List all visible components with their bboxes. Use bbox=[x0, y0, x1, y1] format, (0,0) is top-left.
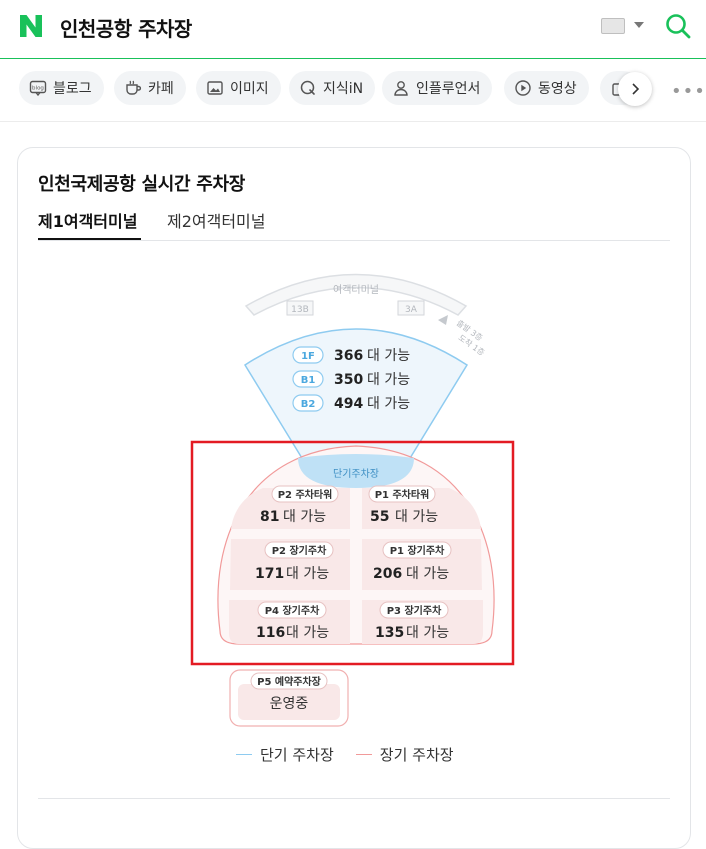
subtab-divider bbox=[38, 240, 670, 241]
lot-p4-long-name: P4 장기주차 bbox=[265, 604, 320, 617]
floor-badge-1f: 1F bbox=[301, 351, 315, 362]
short-term-lot-label: 단기주차장 bbox=[333, 468, 379, 480]
tab-blog[interactable]: blog 블로그 bbox=[19, 71, 104, 105]
parking-card: 인천국제공항 실시간 주차장 제1여객터미널 제2여객터미널 여객터미널 13B… bbox=[17, 147, 691, 849]
departure-note: 출발 3층 도착 1층 bbox=[455, 318, 486, 358]
kin-icon bbox=[300, 80, 315, 95]
lot-p2-long[interactable]: P2 장기주차 171 대 가능 bbox=[230, 539, 350, 590]
tab-image[interactable]: 이미지 bbox=[196, 71, 281, 105]
video-icon bbox=[515, 80, 531, 96]
lot-p1-tower-unit: 대 가능 bbox=[395, 509, 438, 525]
floor-count-b1: 350 bbox=[334, 372, 363, 388]
legend-long-term: 장기 주차장 bbox=[355, 744, 454, 765]
tab-influencer-label: 인플루언서 bbox=[416, 81, 481, 97]
short-term-floor-b1[interactable]: B1 350 대 가능 bbox=[292, 370, 410, 388]
search-icon[interactable] bbox=[664, 12, 692, 40]
lot-p4-long-unit: 대 가능 bbox=[286, 625, 329, 641]
tabs-next-button[interactable] bbox=[618, 72, 652, 106]
floor-badge-b1: B1 bbox=[301, 375, 316, 386]
lot-p1-long[interactable]: P1 장기주차 206 대 가능 bbox=[362, 539, 482, 590]
card-bottom-divider bbox=[38, 798, 670, 799]
parking-map: 여객터미널 13B 3A 출발 3층 도착 1층 1F 366 대 가능 B1 … bbox=[190, 273, 515, 727]
floor-count-b2: 494 bbox=[334, 396, 363, 412]
floor-count-1f: 366 bbox=[334, 348, 363, 364]
lot-p3-long-count: 135 bbox=[375, 625, 404, 641]
lot-p2-long-unit: 대 가능 bbox=[286, 566, 329, 582]
legend-short-term: 단기 주차장 bbox=[236, 744, 334, 765]
influencer-icon bbox=[394, 81, 408, 96]
blog-icon: blog bbox=[29, 80, 47, 97]
card-title: 인천국제공항 실시간 주차장 bbox=[38, 174, 246, 195]
tab-kin-label: 지식iN bbox=[323, 81, 364, 97]
lot-p1-tower-count: 55 bbox=[370, 509, 389, 525]
lot-p1-tower-name: P1 주차타워 bbox=[375, 488, 430, 501]
short-term-floor-1f[interactable]: 1F 366 대 가능 bbox=[292, 346, 410, 364]
gate-right-label: 3A bbox=[405, 305, 418, 315]
tab-blog-label: 블로그 bbox=[53, 81, 92, 97]
lot-p2-tower-unit: 대 가능 bbox=[283, 509, 326, 525]
lot-p3-long-unit: 대 가능 bbox=[406, 625, 449, 641]
lot-p1-long-unit: 대 가능 bbox=[406, 566, 449, 582]
short-term-floor-b2[interactable]: B2 494 대 가능 bbox=[292, 394, 410, 412]
chevron-down-icon[interactable] bbox=[634, 22, 644, 28]
floor-badge-b2: B2 bbox=[301, 399, 316, 410]
tab-video-label: 동영상 bbox=[538, 81, 577, 97]
search-header: 인천공항 주차장 bbox=[0, 0, 706, 59]
lot-p3-long-name: P3 장기주차 bbox=[387, 604, 442, 617]
legend-short-label: 단기 주차장 bbox=[260, 746, 334, 764]
lot-p1-tower[interactable]: P1 주차타워 55 대 가능 bbox=[362, 485, 481, 529]
chevron-right-icon bbox=[632, 83, 640, 95]
legend-long-label: 장기 주차장 bbox=[379, 746, 454, 764]
svg-text:blog: blog bbox=[32, 86, 44, 92]
lot-p4-long[interactable]: P4 장기주차 116 대 가능 bbox=[229, 600, 350, 644]
lot-p1-long-count: 206 bbox=[373, 566, 402, 582]
tab-video[interactable]: 동영상 bbox=[504, 71, 589, 105]
search-query[interactable]: 인천공항 주차장 bbox=[60, 13, 192, 42]
cafe-icon bbox=[126, 80, 142, 95]
floor-unit-b1: 대 가능 bbox=[367, 372, 410, 388]
naver-logo[interactable] bbox=[18, 13, 44, 39]
tab-image-label: 이미지 bbox=[230, 81, 269, 97]
legend-short-line bbox=[236, 754, 252, 755]
tab-cafe[interactable]: 카페 bbox=[114, 71, 186, 105]
lot-p3-long[interactable]: P3 장기주차 135 대 가능 bbox=[362, 600, 483, 644]
lot-p5-reservation[interactable]: P5 예약주차장 운영중 bbox=[229, 669, 349, 727]
terminal-label: 여객터미널 bbox=[333, 284, 379, 296]
keyboard-icon[interactable] bbox=[601, 18, 625, 34]
lot-p2-tower[interactable]: P2 주차타워 81 대 가능 bbox=[231, 485, 350, 529]
lot-p2-long-name: P2 장기주차 bbox=[272, 544, 327, 557]
departure-arrow-icon bbox=[438, 315, 448, 325]
lot-p2-tower-count: 81 bbox=[260, 509, 279, 525]
lot-p1-long-name: P1 장기주차 bbox=[390, 544, 445, 557]
lot-p4-long-count: 116 bbox=[256, 625, 285, 641]
image-icon bbox=[207, 81, 223, 95]
map-legend: 단기 주차장 장기 주차장 bbox=[236, 744, 476, 765]
floor-unit-b2: 대 가능 bbox=[367, 396, 410, 412]
lot-p5-status: 운영중 bbox=[270, 696, 309, 712]
tab-influencer[interactable]: 인플루언서 bbox=[382, 71, 493, 105]
legend-long-line bbox=[355, 754, 372, 755]
category-tabs: blog 블로그 카페 이미지 지식iN 인플루언서 동영상 ••• bbox=[0, 59, 706, 122]
tab-cafe-label: 카페 bbox=[148, 81, 174, 97]
subtab-terminal-2[interactable]: 제2여객터미널 bbox=[167, 208, 266, 232]
lot-p2-tower-name: P2 주차타워 bbox=[278, 488, 333, 501]
lot-p2-long-count: 171 bbox=[255, 566, 284, 582]
more-icon[interactable]: ••• bbox=[671, 81, 706, 102]
tab-kin[interactable]: 지식iN bbox=[289, 71, 376, 105]
subtab-terminal-1[interactable]: 제1여객터미널 bbox=[38, 208, 137, 232]
floor-unit-1f: 대 가능 bbox=[367, 348, 410, 364]
gate-left-label: 13B bbox=[291, 305, 309, 315]
lot-p5-name: P5 예약주차장 bbox=[257, 675, 322, 688]
